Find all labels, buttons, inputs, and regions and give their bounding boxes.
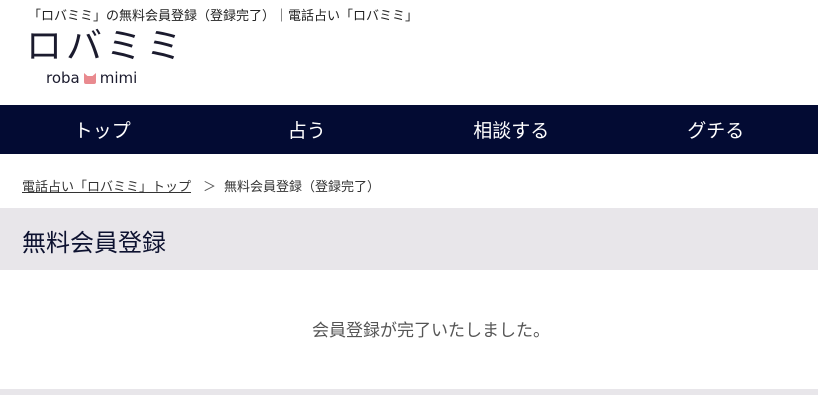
nav-item-top[interactable]: トップ bbox=[0, 105, 205, 154]
site-logo[interactable]: ロバミミ roba mimi bbox=[26, 27, 182, 89]
site-tagline: 「ロバミミ」の無料会員登録（登録完了）｜電話占い「ロバミミ」 bbox=[28, 9, 419, 24]
breadcrumb: 電話占い「ロバミミ」トップ ＞ 無料会員登録（登録完了） bbox=[22, 176, 380, 195]
footer-divider bbox=[0, 389, 818, 395]
page: 「ロバミミ」の無料会員登録（登録完了）｜電話占い「ロバミミ」 ロバミミ roba… bbox=[0, 0, 818, 395]
cat-face-icon bbox=[83, 71, 97, 85]
nav-item-consult[interactable]: 相談する bbox=[409, 105, 614, 154]
nav-item-fortune[interactable]: 占う bbox=[205, 105, 410, 154]
breadcrumb-home-link[interactable]: 電話占い「ロバミミ」トップ bbox=[22, 176, 191, 195]
completion-message: 会員登録が完了いたしました。 bbox=[312, 321, 550, 341]
nav-item-complain[interactable]: グチる bbox=[614, 105, 818, 154]
page-title: 無料会員登録 bbox=[22, 229, 166, 257]
breadcrumb-separator: ＞ bbox=[203, 180, 217, 195]
breadcrumb-current: 無料会員登録（登録完了） bbox=[224, 180, 381, 195]
logo-sub-left: roba bbox=[46, 69, 80, 87]
main-nav: トップ 占う 相談する グチる bbox=[0, 105, 818, 154]
logo-wordmark: ロバミミ bbox=[26, 26, 187, 67]
logo-sub-right: mimi bbox=[99, 69, 138, 87]
logo-subtitle: roba mimi bbox=[46, 69, 137, 87]
page-title-band: 無料会員登録 bbox=[0, 208, 818, 270]
